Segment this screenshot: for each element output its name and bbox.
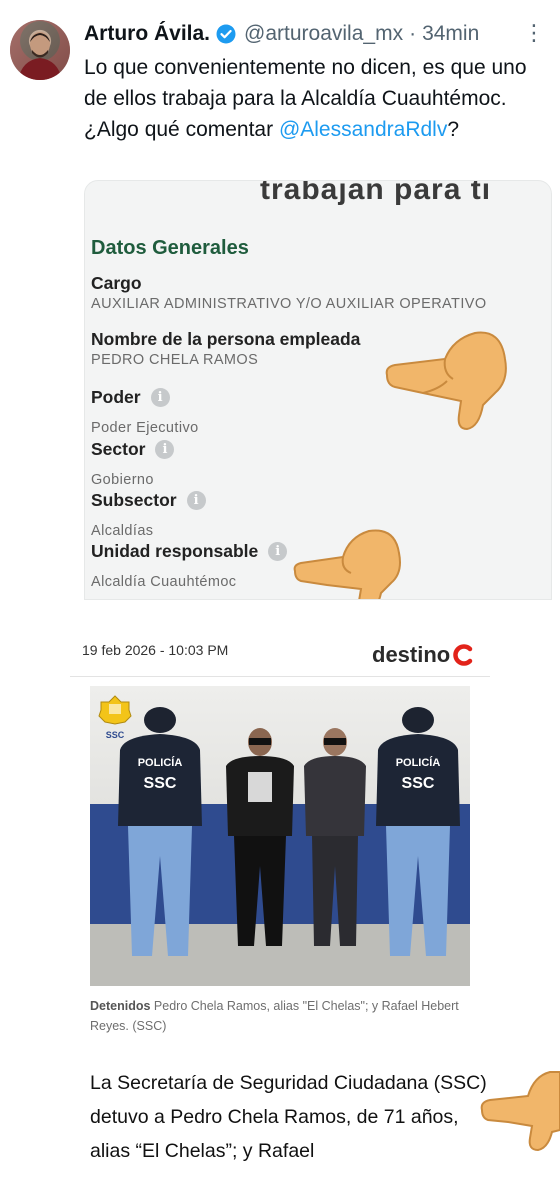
arrest-photo[interactable]: SSC POLICÍA SSC POLICÍA SSC — [90, 686, 470, 986]
field-nombre: Nombre de la persona empleada PEDRO CHEL… — [91, 329, 360, 368]
field-label-row: Sector i — [91, 439, 175, 460]
tweet-header: Arturo Ávila. @arturoavila_mx · 34min — [84, 20, 479, 48]
brand-logo[interactable]: destino — [372, 642, 474, 668]
author-name[interactable]: Arturo Ávila. — [84, 22, 210, 46]
tweet-text-line2: ¿Algo qué comentar @AlessandraRdlv? — [84, 114, 544, 145]
tweet-time[interactable]: 34min — [422, 22, 479, 46]
field-label: Poder — [91, 387, 141, 407]
embedded-screenshot-card[interactable]: trabajan para ti Datos Generales Cargo A… — [84, 180, 552, 600]
caption-bold: Detenidos — [90, 999, 151, 1013]
separator-dot: · — [409, 22, 417, 45]
field-unidad: Unidad responsable i Alcaldía Cuauhtémoc — [91, 541, 288, 590]
field-value: AUXILIAR ADMINISTRATIVO Y/O AUXILIAR OPE… — [91, 296, 487, 312]
info-icon[interactable]: i — [186, 491, 206, 510]
field-sector: Sector i Gobierno — [91, 439, 175, 488]
field-label: Sector — [91, 439, 146, 459]
author-handle[interactable]: @arturoavila_mx — [244, 22, 403, 46]
tweet-text-line2-prefix: ¿Algo qué comentar — [84, 118, 279, 141]
thumbs-down-pointing-hand-icon — [480, 1071, 560, 1152]
brand-name: destino — [372, 642, 451, 667]
destino-logo-icon — [453, 644, 473, 666]
info-icon[interactable]: i — [155, 440, 175, 459]
thumbs-down-pointing-hand-icon — [385, 331, 507, 431]
police-officer: POLICÍA SSC — [376, 707, 460, 956]
info-icon[interactable]: i — [150, 388, 170, 407]
more-options-icon[interactable]: ⋮ — [523, 20, 546, 46]
card-cut-heading: trabajan para ti — [260, 180, 492, 206]
field-subsector: Subsector i Alcaldías — [91, 490, 206, 539]
field-label-row: Poder i — [91, 387, 199, 408]
police-officer: POLICÍA SSC — [118, 707, 202, 956]
field-value: Alcaldías — [91, 523, 154, 539]
field-cargo: Cargo AUXILIAR ADMINISTRATIVO Y/O AUXILI… — [91, 273, 487, 312]
vest-text: SSC — [144, 775, 177, 792]
vest-text: POLICÍA — [396, 756, 441, 769]
vest-text: SSC — [402, 775, 435, 792]
tweet-text: Lo que convenientemente no dicen, es que… — [84, 52, 544, 145]
article-date: 19 feb 2026 - 10:03 PM — [82, 642, 229, 658]
vest-text: POLICÍA — [138, 756, 183, 769]
field-value: PEDRO CHELA RAMOS — [91, 352, 259, 368]
avatar[interactable] — [10, 20, 70, 80]
tweet: Arturo Ávila. @arturoavila_mx · 34min ⋮ … — [0, 0, 560, 200]
detainee — [304, 728, 366, 946]
field-label: Subsector — [91, 490, 177, 510]
tweet-text-line1: Lo que convenientemente no dicen, es que… — [84, 56, 527, 110]
field-label: Unidad responsable — [91, 541, 259, 561]
detainee — [226, 728, 294, 946]
field-label-row: Subsector i — [91, 490, 206, 511]
field-label: Nombre de la persona empleada — [91, 329, 361, 349]
tweet-text-line2-suffix: ? — [447, 118, 460, 141]
article-body: La Secretaría de Seguridad Ciudadana (SS… — [90, 1072, 487, 1162]
mention-link[interactable]: @AlessandraRdlv — [279, 118, 447, 141]
field-value: Poder Ejecutivo — [91, 420, 199, 436]
field-poder: Poder i Poder Ejecutivo — [91, 387, 199, 436]
verified-badge-icon — [216, 24, 236, 44]
divider — [70, 676, 490, 677]
field-label: Cargo — [91, 273, 142, 293]
photo-caption: Detenidos Pedro Chela Ramos, alias "El C… — [90, 996, 480, 1036]
info-icon[interactable]: i — [268, 542, 288, 561]
card-section-title: Datos Generales — [91, 237, 249, 259]
thumbs-down-pointing-hand-icon — [293, 529, 401, 599]
field-value: Gobierno — [91, 472, 154, 488]
field-value: Alcaldía Cuauhtémoc — [91, 574, 237, 590]
field-label-row: Unidad responsable i — [91, 541, 288, 562]
